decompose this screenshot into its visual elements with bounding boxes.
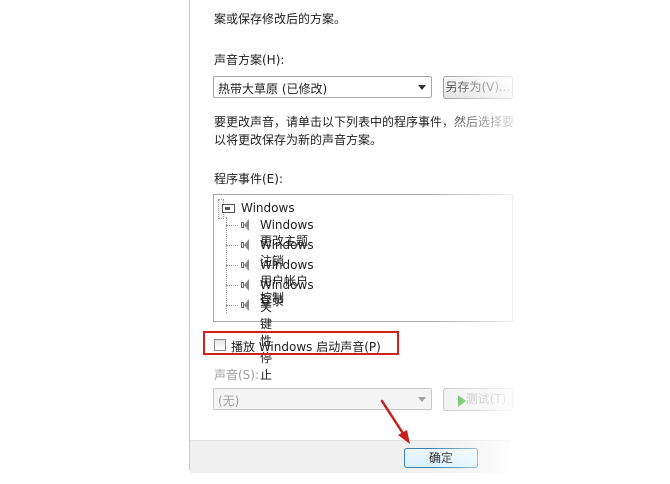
chevron-down-icon (418, 85, 426, 90)
events-label: 程序事件(E): (214, 172, 283, 186)
tree-branch-line (226, 265, 238, 266)
play-icon (458, 395, 466, 407)
speaker-icon (240, 278, 250, 292)
tree-branch-line (226, 225, 238, 226)
tree-root-windows[interactable]: Windows (218, 199, 295, 219)
tree-branch-line (226, 305, 238, 306)
program-events-list[interactable]: Windows Windows 更改主题 Windows 注销 Windows … (213, 194, 513, 382)
tree-branch-line (226, 245, 238, 246)
startup-sound-label[interactable]: 播放 Windows 启动声音(P) (231, 338, 381, 355)
tree-branch-line (226, 285, 238, 286)
test-button[interactable]: 测试(T) (443, 388, 513, 411)
speaker-icon (240, 298, 250, 312)
scheme-select[interactable]: 热带大草原 (已修改) (213, 76, 432, 98)
background-left (0, 0, 190, 484)
ok-button[interactable]: 确定 (404, 448, 478, 468)
scheme-select-value: 热带大草原 (已修改) (218, 82, 328, 96)
speaker-icon (240, 238, 250, 252)
speaker-icon (240, 218, 250, 232)
scheme-label: 声音方案(H): (214, 53, 285, 67)
save-as-button[interactable]: 另存为(V)... (443, 76, 513, 99)
sound-select-value: (无) (218, 394, 240, 408)
instructions-line-2: 以将更改保存为新的声音方案。 (214, 133, 383, 147)
tree-root-label: Windows (241, 201, 295, 215)
instructions-line-1: 要更改声音，请单击以下列表中的程序事件，然后选择要 (214, 115, 515, 129)
annotation-arrow-icon (380, 399, 410, 444)
description-text: 案或保存修改后的方案。 (214, 12, 347, 26)
window-icon (222, 204, 235, 213)
startup-sound-checkbox[interactable] (214, 339, 226, 351)
sound-label: 声音(S): (214, 368, 260, 382)
speaker-icon (240, 258, 250, 272)
